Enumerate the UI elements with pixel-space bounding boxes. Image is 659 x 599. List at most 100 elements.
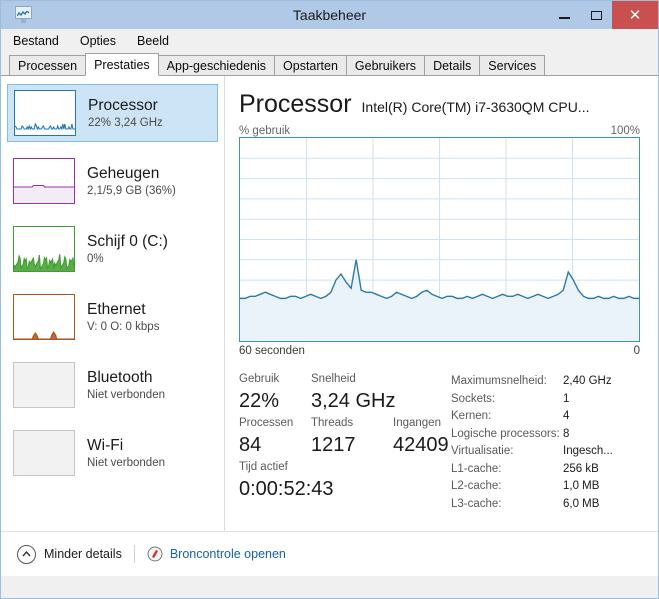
graph-y-max-label: 100% (610, 125, 640, 137)
resource-sidebar[interactable]: Processor 22% 3,24 GHz Geheugen 2,1/5,9 GB … (1, 76, 225, 531)
minimize-icon (558, 17, 570, 19)
stat-label-snelheid: Snelheid (311, 373, 356, 385)
stats-area: Gebruik Snelheid 22% 3,24 GHz Processen Threa… (239, 371, 640, 513)
stat-label-row: Gebruik Snelheid (239, 371, 451, 387)
panel-header: Processor Intel(R) Core(TM) i7-3630QM CP… (239, 90, 640, 118)
spec-key: Logische processors: (451, 427, 560, 440)
stat-value-tijd-actief: 0:00:52:43 (239, 478, 334, 500)
stat-label-tijd-actief: Tijd actief (239, 461, 288, 473)
maximize-button[interactable] (580, 1, 612, 29)
tab-app-geschiedenis[interactable]: App-geschiedenis (157, 55, 276, 76)
spec-key: Kernen: (451, 410, 492, 422)
menu-bar: Bestand Opties Beeld (1, 29, 658, 53)
sidebar-item-subtitle: 0% (87, 252, 104, 265)
spec-value: 4 (563, 410, 570, 422)
sidebar-item-title: Wi-Fi (87, 436, 124, 454)
spec-key: Sockets: (451, 392, 496, 405)
tab-services[interactable]: Services (479, 55, 546, 76)
menu-item-opties[interactable]: Opties (80, 34, 116, 48)
menu-item-bestand[interactable]: Bestand (13, 34, 59, 48)
stat-label-processen: Processen (239, 417, 294, 429)
sidebar-item-subtitle: Niet verbonden (87, 456, 165, 469)
spec-key: Maximumsnelheid: (451, 375, 547, 387)
icon-chart-line (17, 11, 29, 17)
performance-panel: Processor Intel(R) Core(TM) i7-3630QM CP… (225, 76, 658, 531)
spec-value: 2,40 GHz (563, 375, 612, 387)
spec-value: 1,0 MB (563, 480, 600, 492)
mini-graph-geheugen (13, 158, 75, 204)
mini-graph-svg (14, 363, 74, 407)
resource-monitor-label: Broncontrole openen (169, 547, 286, 561)
stat-value-snelheid: 3,24 GHz (311, 390, 396, 412)
spec-row: Kernen: 4 (451, 408, 640, 426)
graph-y-label: % gebruik (239, 125, 291, 137)
stat-value-threads: 1217 (311, 434, 356, 456)
title-bar: Taakbeheer ✕ (1, 1, 658, 29)
task-manager-window: Taakbeheer ✕ Bestand Opties Beeld Processe… (0, 0, 659, 599)
minimize-button[interactable] (548, 1, 580, 29)
tab-prestaties[interactable]: Prestaties (85, 53, 159, 76)
task-manager-icon (13, 6, 33, 24)
sidebar-item-wi-fi[interactable]: Wi-Fi Niet verbonden (7, 424, 218, 482)
cpu-model-label: Intel(R) Core(TM) i7-3630QM CPU... (361, 99, 590, 115)
stat-value-gebruik: 22% (239, 390, 280, 412)
mini-graph-svg (14, 330, 74, 339)
footer-bar: Minder details Broncontrole openen (1, 531, 658, 576)
spec-row: Virtualisatie: Ingesch... (451, 443, 640, 461)
less-details-label: Minder details (44, 547, 122, 561)
mini-graph-bluetooth (13, 362, 75, 408)
spec-key: L3-cache: (451, 497, 502, 510)
cpu-usage-graph[interactable] (239, 137, 640, 342)
tab-details[interactable]: Details (424, 55, 481, 76)
spec-key: L1-cache: (451, 462, 502, 475)
mini-graph-ethernet (13, 294, 75, 340)
sidebar-item-labels: Processor 22% 3,24 GHz (88, 96, 163, 131)
menu-item-beeld[interactable]: Beeld (137, 34, 169, 48)
sidebar-item-schijf-0-c[interactable]: Schijf 0 (C:) 0% (7, 220, 218, 278)
stats-primary: Gebruik Snelheid 22% 3,24 GHz Processen Threa… (239, 371, 451, 513)
sidebar-item-labels: Wi-Fi Niet verbonden (87, 436, 165, 471)
stat-label-row: Processen Threads Ingangen (239, 415, 451, 431)
stat-value-ingangen: 42409 (393, 434, 449, 456)
stat-value-row: 22% 3,24 GHz (239, 387, 451, 415)
spec-row: L3-cache: 6,0 MB (451, 496, 640, 514)
sidebar-item-title: Ethernet (87, 300, 146, 318)
sidebar-item-processor[interactable]: Processor 22% 3,24 GHz (7, 84, 218, 142)
footer-divider (133, 545, 135, 563)
resource-monitor-icon (147, 546, 163, 562)
mini-graph-svg (15, 122, 75, 131)
mini-graph-svg (14, 254, 74, 271)
sidebar-item-subtitle: 22% 3,24 GHz (88, 116, 163, 129)
resource-monitor-button[interactable]: Broncontrole openen (147, 546, 286, 562)
mini-graph-svg (14, 431, 74, 475)
stat-value-row: 84 1217 42409 (239, 431, 451, 459)
close-button[interactable]: ✕ (612, 1, 658, 29)
spec-row: L2-cache: 1,0 MB (451, 478, 640, 496)
page-title: Processor (239, 90, 352, 118)
tab-processen[interactable]: Processen (9, 55, 87, 76)
stat-label-gebruik: Gebruik (239, 373, 280, 385)
sidebar-item-labels: Bluetooth Niet verbonden (87, 368, 165, 403)
close-icon: ✕ (628, 7, 642, 24)
cpu-usage-chart-svg (240, 138, 639, 341)
sidebar-item-title: Schijf 0 (C:) (87, 232, 168, 250)
spec-row: L1-cache: 256 kB (451, 461, 640, 479)
sidebar-item-geheugen[interactable]: Geheugen 2,1/5,9 GB (36%) (7, 152, 218, 210)
sidebar-item-subtitle: Niet verbonden (87, 388, 165, 401)
stat-value-processen: 84 (239, 434, 262, 456)
spec-value: Ingesch... (563, 445, 613, 457)
graph-caption: % gebruik 100% (239, 125, 640, 137)
graph-x-axis: 60 seconden 0 (239, 345, 640, 357)
less-details-button[interactable]: Minder details (17, 544, 122, 564)
sidebar-item-subtitle: V: 0 O: 0 kbps (87, 320, 160, 333)
sidebar-item-bluetooth[interactable]: Bluetooth Niet verbonden (7, 356, 218, 414)
tab-opstarten[interactable]: Opstarten (274, 55, 347, 76)
stat-value-row: 0:00:52:43 (239, 475, 451, 503)
sidebar-item-subtitle: 2,1/5,9 GB (36%) (87, 184, 176, 197)
sidebar-item-ethernet[interactable]: Ethernet V: 0 O: 0 kbps (7, 288, 218, 346)
tab-gebruikers[interactable]: Gebruikers (345, 55, 426, 76)
spec-row: Logische processors: 8 (451, 426, 640, 444)
sidebar-item-title: Bluetooth (87, 368, 153, 386)
spec-value: 8 (563, 427, 570, 440)
sidebar-item-labels: Geheugen 2,1/5,9 GB (36%) (87, 164, 176, 199)
